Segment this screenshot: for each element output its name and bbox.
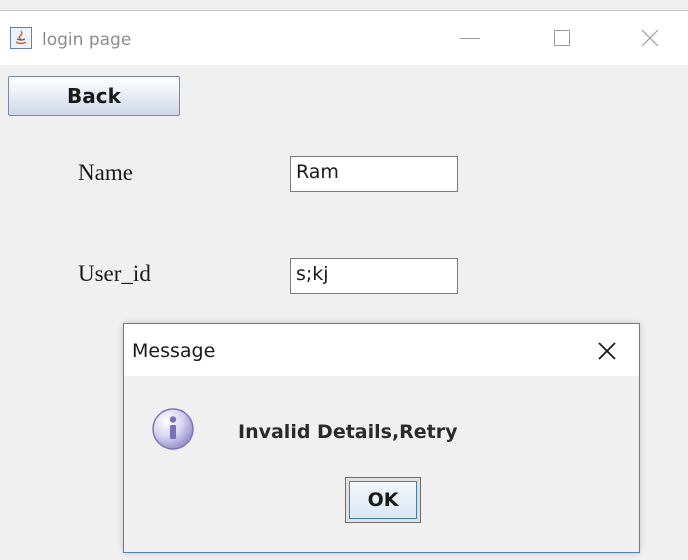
minimize-button[interactable] (440, 19, 500, 57)
dialog-title: Message (132, 340, 216, 362)
window-title: login page (42, 30, 132, 50)
dialog-close-button[interactable] (592, 336, 622, 366)
message-dialog: Message Invalid Details,Retry OK (123, 323, 640, 553)
name-field[interactable]: Ram (290, 156, 458, 192)
window-titlebar: login page (0, 10, 688, 65)
userid-field[interactable]: s;kj (290, 258, 458, 294)
maximize-button[interactable] (532, 19, 592, 57)
maximize-icon (554, 30, 570, 46)
dialog-message: Invalid Details,Retry (238, 421, 458, 443)
info-icon (150, 406, 196, 452)
ok-button[interactable]: OK (345, 477, 421, 523)
minimize-icon (460, 37, 480, 39)
java-coffee-icon (10, 27, 32, 49)
close-icon (598, 342, 616, 360)
dialog-titlebar: Message (124, 324, 639, 376)
close-icon (641, 29, 659, 47)
name-label: Name (78, 160, 133, 185)
close-button[interactable] (620, 19, 680, 57)
ok-button-label: OK (349, 481, 417, 519)
userid-label: User_id (78, 261, 151, 286)
back-button[interactable]: Back (8, 76, 180, 116)
